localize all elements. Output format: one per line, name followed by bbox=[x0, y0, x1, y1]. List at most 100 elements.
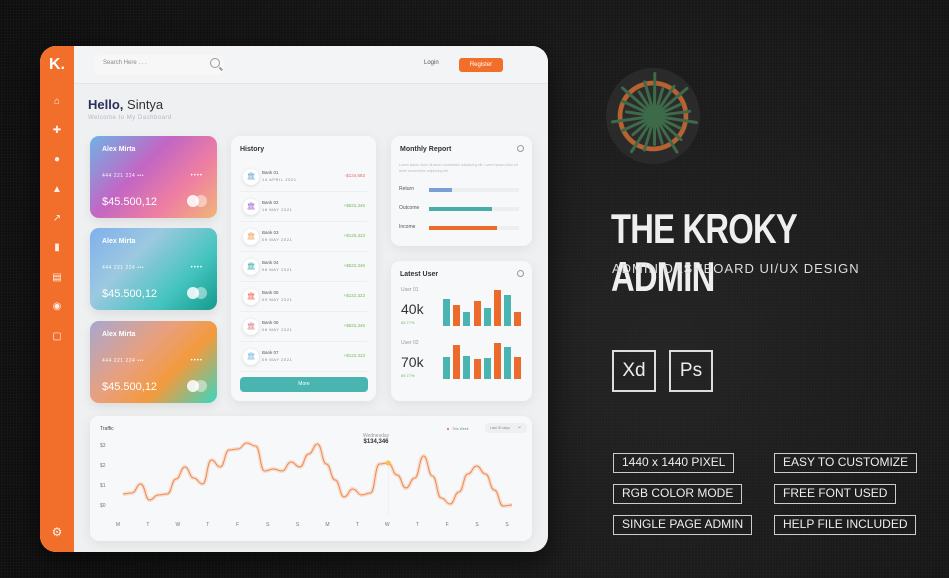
card-holder: Alex Mirta bbox=[102, 146, 136, 153]
transaction-date: 14 APRIL 2021 bbox=[262, 177, 297, 182]
history-item[interactable]: 🏛 Bank 04 06 MAY 2021 +$622,346 bbox=[239, 252, 367, 282]
bank-icon: 🏛 bbox=[243, 199, 259, 215]
user-bar bbox=[504, 347, 512, 379]
history-item[interactable]: 🏛 Bank 02 16 MAY 2021 +$622,346 bbox=[239, 192, 367, 222]
user-bar bbox=[463, 311, 471, 326]
card-holder: Alex Mirta bbox=[102, 238, 136, 245]
transaction-amount: +$622,346 bbox=[343, 263, 365, 268]
transaction-date: 16 MAY 2021 bbox=[262, 207, 293, 212]
document-icon[interactable]: ▤ bbox=[51, 272, 63, 284]
card-balance: $45.500,12 bbox=[102, 381, 158, 393]
history-item[interactable]: 🏛 Bank 05 09 MAY 2021 +$122,323 bbox=[239, 282, 367, 312]
register-button[interactable]: Register bbox=[459, 58, 503, 72]
transaction-amount: +$122,323 bbox=[343, 353, 365, 358]
highlight-point[interactable] bbox=[385, 460, 391, 466]
report-bar-track bbox=[429, 226, 519, 230]
credit-card[interactable]: Alex Mirta 444 221 224 ••• •••• $45.500,… bbox=[90, 228, 217, 310]
user-label: User 02 bbox=[401, 340, 419, 346]
user-bar-chart bbox=[443, 290, 525, 326]
bank-icon: 🏛 bbox=[243, 319, 259, 335]
card-balance: $45.500,12 bbox=[102, 196, 158, 208]
search-icon[interactable] bbox=[210, 58, 220, 68]
donut-icon[interactable]: ◉ bbox=[51, 301, 63, 313]
latest-user-panel: Latest User User 01 40k 69.77% User 02 70k 69… bbox=[391, 261, 532, 401]
traffic-panel: Traffic This Week Last 30 days $3$2$1$0M… bbox=[90, 416, 532, 541]
report-bar bbox=[429, 188, 452, 192]
feature-badge: SINGLE PAGE ADMIN bbox=[613, 515, 753, 535]
bank-icon: 🏛 bbox=[243, 289, 259, 305]
bank-name: Bank 01 bbox=[262, 170, 279, 175]
sidebar: K. ⌂ ✚ ● ▲ ↗ ▮ ▤ ◉ ▢ ⚙ bbox=[40, 46, 74, 552]
growth-chart-icon[interactable]: ↗ bbox=[51, 213, 63, 225]
credit-card[interactable]: Alex Mirta 444 221 224 ••• •••• $45.500,… bbox=[90, 321, 217, 403]
plant-photo bbox=[606, 68, 700, 164]
traffic-line-chart bbox=[122, 440, 513, 516]
feature-badge: EASY TO CUSTOMIZE bbox=[774, 453, 918, 473]
user-bar bbox=[483, 358, 491, 379]
feature-badge: FREE FONT USED bbox=[774, 484, 897, 504]
gear-icon[interactable]: ⚙ bbox=[51, 526, 63, 538]
user-bar bbox=[504, 295, 512, 326]
report-label: Return bbox=[399, 186, 415, 192]
settings-icon[interactable] bbox=[517, 145, 524, 152]
card-number: 444 221 224 ••• bbox=[102, 358, 144, 364]
user-bar bbox=[473, 300, 481, 326]
chart-tooltip: Wednesday $134,346 bbox=[354, 433, 398, 445]
traffic-line-glow bbox=[122, 440, 513, 509]
credit-card[interactable]: Alex Mirta 444 221 224 ••• •••• $45.500,… bbox=[90, 136, 217, 218]
history-item[interactable]: 🏛 Bank 06 06 MAY 2021 +$622,346 bbox=[239, 312, 367, 342]
logo: K. bbox=[49, 56, 65, 73]
report-bar-track bbox=[429, 207, 519, 211]
transaction-amount: +$125,323 bbox=[343, 233, 365, 238]
user-bar bbox=[453, 344, 461, 379]
history-panel: History 🏛 Bank 01 14 APRIL 2021 -$134,68… bbox=[231, 136, 376, 401]
bank-icon: 🏛 bbox=[243, 229, 259, 245]
feature-badge: HELP FILE INCLUDED bbox=[774, 515, 917, 535]
user-bar bbox=[463, 355, 471, 379]
greeting-subtitle: Welcome to My Dashboard bbox=[88, 115, 172, 121]
bar-chart-icon[interactable]: ▮ bbox=[51, 242, 63, 254]
home-icon[interactable]: ⌂ bbox=[51, 96, 63, 108]
user-label: User 01 bbox=[401, 287, 419, 293]
promo-title: THE KROKY ADMIN bbox=[611, 205, 797, 300]
card-holder: Alex Mirta bbox=[102, 331, 136, 338]
more-button[interactable]: More bbox=[240, 377, 368, 392]
puzzle-icon[interactable]: ✚ bbox=[51, 125, 63, 137]
history-item[interactable]: 🏛 Bank 07 09 MAY 2021 +$122,323 bbox=[239, 342, 367, 372]
bank-name: Bank 06 bbox=[262, 320, 279, 325]
user-bar bbox=[443, 357, 450, 379]
bank-name: Bank 02 bbox=[262, 200, 279, 205]
user-bar bbox=[514, 312, 522, 326]
card-number: 444 221 224 ••• bbox=[102, 173, 144, 179]
greeting-name: Sintya bbox=[127, 97, 164, 112]
dashboard-mockup: K. ⌂ ✚ ● ▲ ↗ ▮ ▤ ◉ ▢ ⚙ Search Here . . .… bbox=[40, 46, 548, 552]
transaction-amount: +$122,323 bbox=[343, 293, 365, 298]
user-bar bbox=[473, 359, 481, 379]
user-bar bbox=[494, 343, 501, 379]
bank-name: Bank 03 bbox=[262, 230, 279, 235]
clipboard-icon[interactable]: ▢ bbox=[51, 331, 63, 343]
greeting: Hello, Sintya bbox=[88, 97, 163, 112]
user-icon[interactable]: ● bbox=[51, 154, 63, 166]
transaction-date: 09 MAY 2021 bbox=[262, 297, 293, 302]
report-bar bbox=[429, 226, 497, 230]
bank-name: Bank 07 bbox=[262, 350, 279, 355]
user-bar bbox=[483, 308, 491, 326]
login-link[interactable]: Login bbox=[424, 60, 439, 66]
settings-icon[interactable] bbox=[517, 270, 524, 277]
bank-icon: 🏛 bbox=[243, 169, 259, 185]
report-bar-track bbox=[429, 188, 519, 192]
history-item[interactable]: 🏛 Bank 03 09 MAY 2021 +$125,323 bbox=[239, 222, 367, 252]
report-label: Income bbox=[399, 224, 416, 230]
user-bar bbox=[514, 356, 522, 379]
feature-badge: RGB COLOR MODE bbox=[613, 484, 743, 504]
report-bar bbox=[429, 207, 492, 211]
monthly-report-panel: Monthly Report Lorem ipsum dolor sit ame… bbox=[391, 136, 532, 246]
history-item[interactable]: 🏛 Bank 01 14 APRIL 2021 -$134,683 bbox=[239, 162, 367, 192]
bell-icon[interactable]: ▲ bbox=[51, 184, 63, 196]
user-percent: 69.77% bbox=[401, 373, 415, 378]
search-placeholder: Search Here . . . bbox=[103, 60, 147, 66]
card-dots: •••• bbox=[190, 265, 203, 271]
search-input[interactable]: Search Here . . . bbox=[94, 55, 224, 75]
card-dots: •••• bbox=[190, 173, 203, 179]
